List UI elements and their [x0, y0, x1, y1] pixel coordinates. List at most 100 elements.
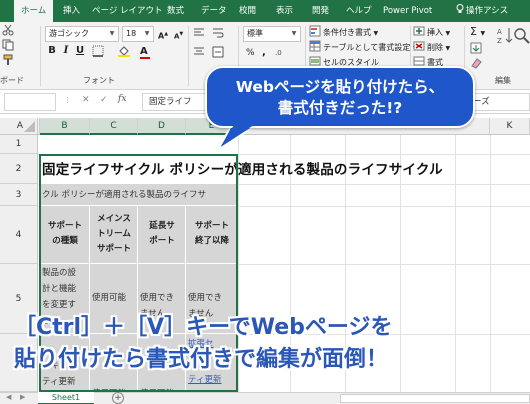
insert-icon — [413, 26, 425, 36]
tab-power-pivot[interactable]: Power Pivot — [383, 0, 432, 22]
column-header-b[interactable]: B — [40, 118, 90, 135]
eraser-icon — [471, 58, 482, 69]
tab-data[interactable]: データ — [201, 0, 227, 22]
italic-button[interactable]: I — [60, 44, 72, 58]
column-header-d[interactable]: D — [138, 118, 186, 135]
font-size-combo[interactable]: 18 ▼ — [122, 26, 154, 42]
conditional-format-icon — [309, 25, 321, 37]
insert-cells-label: 挿入 — [427, 28, 443, 37]
underline-button[interactable]: U — [74, 44, 86, 58]
callout-line-1: Webページを貼り付けたら、 — [235, 78, 445, 96]
row-header-1[interactable]: 1 — [0, 135, 38, 154]
align-center-button[interactable] — [193, 46, 207, 61]
confirm-entry-icon[interactable]: ✓ — [100, 95, 108, 105]
copy-button[interactable] — [2, 39, 16, 54]
caption-line-2: 貼り付けたら書式付きで編集が面倒！ — [14, 347, 389, 372]
cancel-entry-icon[interactable]: ✕ — [82, 95, 90, 105]
column-header-c[interactable]: C — [90, 118, 138, 135]
tab-formulas[interactable]: 数式 — [167, 0, 184, 22]
editing-group-label: 編集 — [495, 76, 511, 85]
row-header-3[interactable]: 3 — [0, 184, 38, 206]
align-top-button[interactable] — [193, 27, 207, 42]
number-format-value: 標準 — [247, 29, 263, 38]
format-painter-button[interactable] — [2, 54, 16, 69]
insert-function-icon[interactable]: fx — [118, 94, 126, 104]
tell-me-label: 操作アシス — [466, 6, 509, 16]
format-as-table-label: テーブルとして書式設定 — [323, 43, 411, 52]
font-group-label: フォント — [83, 76, 115, 85]
tab-view[interactable]: 表示 — [276, 0, 293, 22]
comma-button[interactable]: , — [262, 46, 266, 60]
grow-font-button[interactable]: A▲ — [158, 27, 168, 44]
sheet-tab-bar: ◀ ▶ Sheet1 + — [0, 392, 530, 404]
chevron-down-icon: ▼ — [291, 30, 297, 37]
tab-help[interactable]: ヘルプ — [346, 0, 372, 22]
align-lines-icon — [194, 28, 204, 36]
delete-cells-label: 削除 — [427, 43, 443, 52]
percent-button[interactable]: % — [246, 46, 255, 60]
row-header-4[interactable]: 4 — [0, 206, 38, 264]
add-sheet-icon[interactable]: + — [112, 392, 124, 404]
callout-bubble: Webページを貼り付けたら、 書式付きだった!? — [205, 66, 475, 128]
horizontal-scrollbar[interactable] — [340, 394, 530, 403]
font-color-button[interactable]: A — [140, 45, 150, 59]
decimal-icon: .0 — [275, 49, 282, 57]
tab-insert[interactable]: 挿入 — [63, 0, 80, 22]
svg-text:Z: Z — [497, 37, 502, 45]
borders-button[interactable] — [92, 45, 106, 60]
formula-content: 固定ライフ — [149, 97, 192, 107]
conditional-format-label: 条件付き書式 — [323, 28, 371, 37]
font-name-value: 游ゴシック — [49, 29, 89, 38]
tell-me-box[interactable]: 操作アシス — [456, 0, 508, 22]
name-box-more-icon[interactable]: ⋮ — [64, 96, 71, 104]
ribbon-tab-bar: ホーム 挿入 ページ レイアウト 数式 データ 校閲 表示 開発 ヘルプ Pow… — [0, 0, 530, 22]
find-select-button[interactable] — [513, 26, 530, 46]
fill-color-button[interactable] — [118, 45, 132, 60]
align-center-icon — [194, 47, 204, 55]
formula-content-tail: ーズ — [473, 97, 490, 107]
delete-cells-button[interactable]: 削除 ▼ — [413, 40, 450, 56]
font-name-combo[interactable]: 游ゴシック ▼ — [45, 26, 119, 42]
svg-text:A: A — [497, 28, 502, 36]
name-box[interactable] — [4, 93, 56, 111]
delete-icon — [413, 41, 425, 51]
caption-line-1: ［Ctrl］＋［V］キーでWebページを — [14, 315, 393, 340]
shrink-font-button[interactable]: A▼ — [174, 27, 183, 43]
merge-center-button[interactable] — [212, 46, 226, 61]
tab-page-layout[interactable]: ページ レイアウト — [92, 0, 163, 22]
merge-icon — [212, 46, 224, 58]
table-icon — [309, 40, 321, 52]
bold-button[interactable]: B — [46, 44, 58, 58]
insert-cells-button[interactable]: 挿入 ▼ — [413, 25, 450, 41]
increase-decimal-button[interactable]: .0 — [275, 46, 289, 61]
sheet-tab-sheet1[interactable]: Sheet1 — [38, 392, 94, 404]
row-header-2[interactable]: 2 — [0, 154, 38, 184]
font-size-value: 18 — [126, 29, 137, 38]
magnifier-icon — [514, 28, 530, 44]
column-header-k[interactable]: K — [490, 118, 530, 135]
number-format-combo[interactable]: 標準 ▼ — [243, 26, 301, 42]
format-as-table-button[interactable]: テーブルとして書式設定 ▼ — [309, 40, 417, 56]
scissors-icon — [2, 24, 14, 36]
sheet-nav-right-icon[interactable]: ▶ — [20, 393, 25, 401]
callout-line-2: 書式付きだった!? — [277, 99, 403, 117]
border-icon — [92, 45, 104, 57]
autosum-button[interactable]: Σ ▼ — [470, 25, 485, 41]
fill-button[interactable] — [470, 42, 484, 57]
tab-home[interactable]: ホーム — [14, 0, 54, 22]
fill-down-icon — [470, 42, 482, 54]
wrap-text-button[interactable] — [212, 27, 226, 42]
tab-review[interactable]: 校閲 — [239, 0, 256, 22]
conditional-format-button[interactable]: 条件付き書式 ▼ — [309, 25, 378, 41]
copy-icon — [2, 39, 14, 51]
tab-developer[interactable]: 開発 — [312, 0, 329, 22]
paint-bucket-icon — [118, 46, 130, 57]
clear-button[interactable] — [470, 57, 484, 72]
chevron-down-icon: ▼ — [109, 30, 115, 37]
column-header-a-label: A — [16, 121, 24, 131]
ribbon-separator — [188, 26, 189, 86]
cut-button[interactable] — [2, 24, 16, 39]
paintbrush-icon — [3, 54, 13, 65]
svg-text:.0: .0 — [275, 49, 282, 57]
sheet-nav-left-icon[interactable]: ◀ — [6, 393, 11, 401]
